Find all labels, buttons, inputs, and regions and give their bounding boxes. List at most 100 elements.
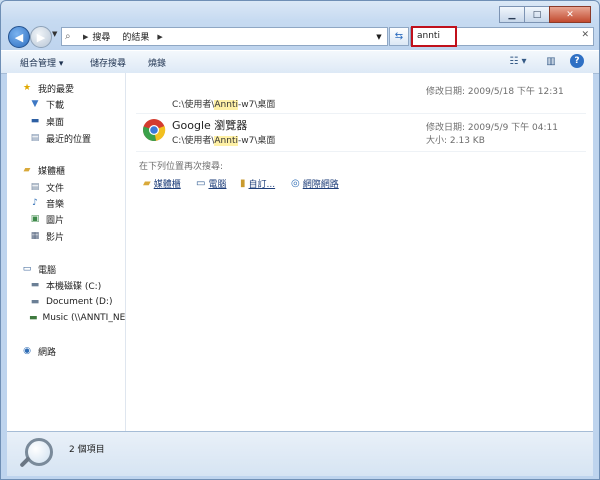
- view-options-button[interactable]: ☷ ▾: [503, 54, 533, 69]
- network-icon: ◉: [23, 346, 31, 356]
- forward-arrow-icon: ▶: [36, 30, 46, 44]
- result-modified: 修改日期: 2009/5/18 下午 12:31: [426, 87, 564, 97]
- preview-pane-icon: ▥: [546, 56, 556, 67]
- drive-icon: ▬: [30, 297, 40, 307]
- refresh-icon: ⇆: [394, 31, 404, 42]
- result-path-match: Annti: [214, 136, 238, 146]
- item-count: 2 個項目: [69, 445, 105, 455]
- drive-icon: ▬: [30, 280, 40, 290]
- organize-button[interactable]: 組合管理 ▾: [20, 56, 63, 69]
- search-again-label-internet: 網際網路: [302, 180, 339, 190]
- navigation-pane: ★ 我的最愛 ▼ 下載 ▬ 桌面 ▤ 最近的位置 ▰ 媒體櫃 ▤ 文件 ♪ 音樂 ▣ 圖片 ▦ 影…: [7, 73, 126, 431]
- main-area: ★ 我的最愛 ▼ 下載 ▬ 桌面 ▤ 最近的位置 ▰ 媒體櫃 ▤ 文件 ♪ 音樂 ▣ 圖片 ▦ 影…: [7, 73, 593, 431]
- result-title: Google 瀏覽器: [172, 119, 248, 132]
- star-icon: ★: [22, 83, 32, 93]
- sidebar-favorites-header[interactable]: ★ 我的最愛: [21, 80, 139, 96]
- sidebar-item-label: Music (\\ANNTI_NE: [42, 313, 125, 323]
- breadcrumb-search[interactable]: 搜尋: [92, 30, 110, 43]
- search-again-label-libraries: 媒體櫃: [153, 180, 181, 190]
- sidebar-item-label: 文件: [46, 183, 65, 194]
- breadcrumb-separator[interactable]: ▶: [83, 33, 88, 41]
- close-icon[interactable]: ✕: [581, 30, 589, 40]
- sidebar-item-label: 圖片: [46, 215, 65, 226]
- music-icon: ♪: [32, 198, 38, 208]
- caption-buttons: ▁ □ ✕: [499, 6, 591, 23]
- breadcrumb-separator[interactable]: ▶: [157, 33, 162, 41]
- search-again-internet[interactable]: ◎ 網際網路: [291, 177, 339, 190]
- breadcrumb-results[interactable]: 的結果: [122, 30, 149, 43]
- result-path-prefix: C:\使用者\: [172, 136, 215, 146]
- view-options-icon: ☷ ▾: [509, 56, 527, 67]
- sidebar-item-label: 音樂: [46, 199, 65, 210]
- help-icon: ?: [574, 56, 580, 66]
- pictures-icon: ▣: [30, 214, 40, 224]
- sidebar-item-label: 影片: [46, 232, 65, 243]
- sidebar-computer-header[interactable]: ▭ 電腦: [21, 261, 139, 277]
- sidebar-item-label: 媒體櫃: [38, 166, 66, 177]
- computer-icon: ▭: [22, 264, 32, 274]
- address-bar[interactable]: ⌕ ▶ 搜尋 的結果 ▶ ▼: [61, 27, 388, 46]
- navigation-bar: ◀ ▶ ▼ ⌕ ▶ 搜尋 的結果 ▶ ▼ ⇆ annti ✕: [1, 24, 599, 48]
- sidebar-item-label: 下載: [46, 100, 65, 111]
- search-again-custom[interactable]: ▮ 自訂...: [240, 177, 275, 190]
- sidebar-item-network-drive[interactable]: ▬ Music (\\ANNTI_NE: [29, 310, 125, 326]
- explorer-window: ▁ □ ✕ ◀ ▶ ▼ ⌕ ▶ 搜尋 的結果 ▶ ▼ ⇆ annti ✕ 組合管…: [0, 0, 600, 480]
- computer-icon: ▭: [196, 178, 206, 189]
- result-path: C:\使用者\Annti-w7\桌面: [172, 133, 275, 146]
- organize-label: 組合管理: [20, 59, 57, 69]
- back-button[interactable]: ◀: [8, 26, 30, 48]
- recent-places-icon: ▤: [30, 133, 40, 143]
- burn-button[interactable]: 燒錄: [148, 56, 166, 69]
- sidebar-network-header[interactable]: ◉ 網路: [21, 343, 139, 359]
- help-button[interactable]: ?: [570, 54, 584, 68]
- result-path-prefix: C:\使用者\: [172, 100, 215, 110]
- minimize-button[interactable]: ▁: [499, 6, 525, 23]
- back-arrow-icon: ◀: [14, 30, 24, 44]
- close-window-button[interactable]: ✕: [549, 6, 591, 23]
- details-pane: 2 個項目: [7, 431, 593, 476]
- search-again-computer[interactable]: ▭ 電腦: [196, 177, 226, 190]
- internet-icon: ◎: [291, 178, 300, 189]
- result-divider: [136, 151, 586, 152]
- sidebar-item-label: Document (D:): [46, 297, 113, 307]
- search-again-label-computer: 電腦: [208, 180, 227, 190]
- search-folder-icon: ⌕: [65, 31, 71, 42]
- maximize-button[interactable]: □: [524, 6, 550, 23]
- sidebar-item-label: 本機磁碟 (C:): [46, 281, 102, 292]
- result-path-suffix: -w7\桌面: [238, 136, 276, 146]
- desktop-icon: ▬: [30, 116, 40, 126]
- preview-pane-button[interactable]: ▥: [543, 54, 559, 69]
- result-size: 大小: 2.13 KB: [426, 136, 485, 146]
- command-bar: 組合管理 ▾ 儲存搜尋 燒錄 ☷ ▾ ▥ ?: [1, 50, 599, 74]
- search-again-libraries[interactable]: ▰ 媒體櫃: [143, 177, 181, 190]
- result-modified: 修改日期: 2009/5/9 下午 04:11: [426, 123, 558, 133]
- save-search-button[interactable]: 儲存搜尋: [90, 56, 126, 69]
- recent-pages-dropdown[interactable]: ▼: [52, 30, 57, 38]
- download-folder-icon: ▼: [31, 99, 39, 109]
- forward-button[interactable]: ▶: [30, 26, 52, 48]
- sidebar-item-label: 我的最愛: [38, 84, 75, 95]
- result-item-folder[interactable]: C:\使用者\Annti-w7\桌面 修改日期: 2009/5/18 下午 12…: [128, 77, 590, 113]
- address-dropdown-button[interactable]: ▼: [372, 29, 386, 44]
- result-path: C:\使用者\Annti-w7\桌面: [172, 97, 275, 110]
- result-divider: [136, 113, 586, 114]
- search-box[interactable]: annti ✕: [410, 26, 594, 47]
- sidebar-item-label: 網路: [38, 347, 57, 358]
- results-pane: C:\使用者\Annti-w7\桌面 修改日期: 2009/5/18 下午 12…: [126, 73, 593, 431]
- result-path-match: Annti: [214, 100, 238, 110]
- refresh-button[interactable]: ⇆: [389, 27, 409, 46]
- sidebar-libraries-header[interactable]: ▰ 媒體櫃: [21, 162, 139, 178]
- documents-icon: ▤: [30, 182, 40, 192]
- result-item-chrome[interactable]: Google 瀏覽器 C:\使用者\Annti-w7\桌面 修改日期: 2009…: [128, 115, 590, 149]
- sidebar-item-label: 電腦: [38, 265, 57, 276]
- sidebar-item-label: 最近的位置: [46, 134, 92, 145]
- magnifier-icon: [25, 438, 53, 466]
- result-path-suffix: -w7\桌面: [238, 100, 276, 110]
- search-again-label-custom: 自訂...: [248, 180, 276, 190]
- sidebar-item-label: 桌面: [46, 117, 65, 128]
- custom-folder-icon: ▮: [240, 178, 246, 189]
- library-icon: ▰: [23, 165, 31, 175]
- search-again-label: 在下列位置再次搜尋:: [139, 162, 224, 172]
- search-input[interactable]: annti: [417, 31, 440, 41]
- videos-icon: ▦: [30, 231, 40, 241]
